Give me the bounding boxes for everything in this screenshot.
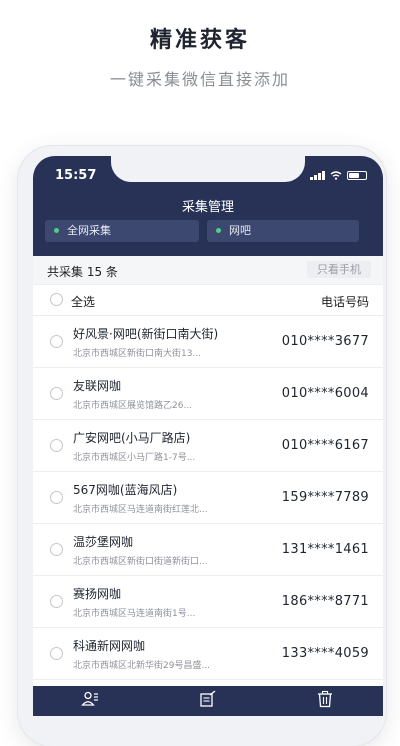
record-address: 北京市西城区马连道南街红莲北...: [73, 505, 208, 515]
category-filter[interactable]: 网吧: [207, 220, 359, 242]
list-item[interactable]: 友联网咖 北京市西城区展览馆路乙26... 010****6004: [33, 368, 383, 420]
battery-icon: [347, 170, 367, 180]
record-address: 北京市西城区小马厂路1-7号...: [73, 453, 196, 463]
record-name: 友联网咖: [73, 379, 122, 393]
record-address: 北京市西城区展览馆路乙26...: [73, 401, 193, 411]
select-all-radio[interactable]: [50, 293, 63, 306]
record-address: 北京市西城区新街口街道新街口...: [73, 557, 208, 567]
list-item[interactable]: 温莎堡网咖 北京市西城区新街口街道新街口... 131****1461: [33, 524, 383, 576]
record-phone: 133****4059: [281, 646, 369, 661]
row-radio[interactable]: [50, 491, 63, 504]
scope-filter[interactable]: 全网采集: [45, 220, 199, 242]
list-header: 全选 电话号码: [33, 285, 383, 316]
row-radio[interactable]: [50, 387, 63, 400]
phone-notch: [111, 156, 305, 182]
record-name: 温莎堡网咖: [73, 535, 134, 549]
record-name: 赛扬网咖: [73, 587, 122, 601]
record-name: 567网咖(蓝海风店): [73, 483, 178, 497]
active-dot-icon: [216, 228, 221, 233]
wifi-icon: [330, 170, 342, 180]
active-dot-icon: [54, 228, 59, 233]
promo-title: 精准获客: [149, 28, 250, 53]
status-time: 15:57: [55, 168, 97, 183]
scope-filter-label: 全网采集: [67, 224, 111, 237]
record-count: 共采集 15 条: [47, 265, 118, 279]
list-item[interactable]: 好风景·网吧(新街口南大街) 北京市西城区新街口南大街13... 010****…: [33, 316, 383, 368]
record-phone: 010****3677: [281, 334, 369, 349]
row-radio[interactable]: [50, 335, 63, 348]
record-address: 北京市西城区北新华街29号昌盛...: [73, 661, 211, 671]
record-address: 北京市西城区马连道南街1号...: [73, 609, 196, 619]
list-item[interactable]: 科通新网网咖 北京市西城区北新华街29号昌盛... 133****4059: [33, 628, 383, 680]
app-screen: 15:57 采集管理 全网采集 网吧 共采集 15 条 只看手机 全选 电话号码…: [33, 156, 383, 716]
promo-subtitle: 一键采集微信直接添加: [109, 70, 290, 89]
bottom-toolbar: [33, 686, 383, 716]
summary-bar: 共采集 15 条 只看手机: [33, 256, 383, 285]
user-list-icon[interactable]: [81, 690, 99, 708]
record-phone: 010****6167: [281, 438, 369, 453]
record-phone: 131****1461: [281, 542, 369, 557]
select-all-label[interactable]: 全选: [71, 293, 95, 310]
category-filter-label: 网吧: [229, 224, 251, 237]
record-name: 好风景·网吧(新街口南大街): [73, 327, 219, 341]
status-icons: [310, 170, 367, 180]
trash-icon[interactable]: [316, 690, 334, 708]
signal-icon: [310, 170, 325, 180]
list-item[interactable]: 赛扬网咖 北京市西城区马连道南街1号... 186****8771: [33, 576, 383, 628]
phone-only-button[interactable]: 只看手机: [307, 261, 371, 278]
record-list: 好风景·网吧(新街口南大街) 北京市西城区新街口南大街13... 010****…: [33, 316, 383, 680]
row-radio[interactable]: [50, 439, 63, 452]
phone-column-header: 电话号码: [320, 295, 369, 309]
record-phone: 010****6004: [281, 386, 369, 401]
app-header: 15:57 采集管理 全网采集 网吧: [33, 156, 383, 256]
page-title: 采集管理: [181, 200, 234, 215]
edit-export-icon[interactable]: [199, 690, 217, 708]
record-address: 北京市西城区新街口南大街13...: [73, 349, 202, 359]
record-phone: 186****8771: [281, 594, 369, 609]
record-phone: 159****7789: [281, 490, 369, 505]
record-name: 广安网吧(小马厂路店): [73, 431, 191, 445]
row-radio[interactable]: [50, 543, 63, 556]
list-item[interactable]: 567网咖(蓝海风店) 北京市西城区马连道南街红莲北... 159****778…: [33, 472, 383, 524]
row-radio[interactable]: [50, 647, 63, 660]
row-radio[interactable]: [50, 595, 63, 608]
list-item[interactable]: 广安网吧(小马厂路店) 北京市西城区小马厂路1-7号... 010****616…: [33, 420, 383, 472]
record-name: 科通新网网咖: [73, 639, 146, 653]
